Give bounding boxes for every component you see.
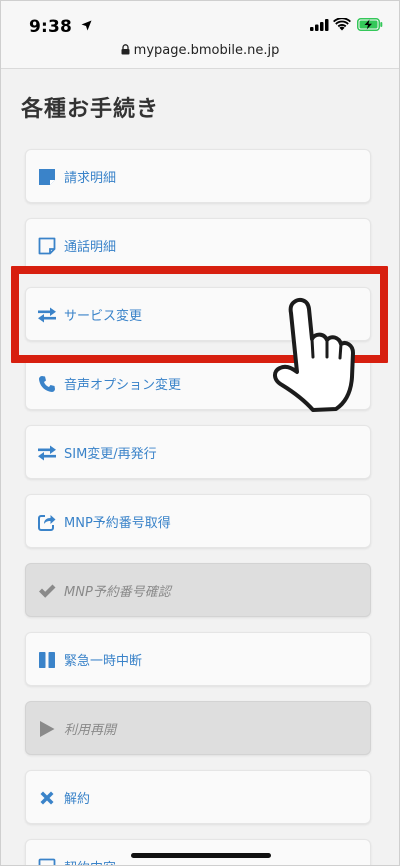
home-indicator[interactable]: [131, 853, 271, 858]
status-time: 9:38: [29, 17, 73, 37]
address-bar[interactable]: mypage.bmobile.ne.jp: [1, 37, 399, 69]
wifi-icon: [333, 18, 351, 31]
pointing-hand-icon: [273, 297, 355, 412]
phone-screen: 9:38 mypage.bmobile.ne.jp 各種お手続き 請求明細 通話…: [0, 0, 400, 866]
phone-icon: [39, 376, 55, 392]
page-title: 各種お手続き: [21, 97, 160, 122]
menu-item-resume-service: 利用再開: [25, 701, 371, 755]
menu-item-label: 請求明細: [64, 171, 117, 186]
menu-item-mnp-number-check: MNP予約番号確認: [25, 563, 371, 617]
note-icon: [38, 237, 56, 255]
menu-item-label: SIM変更/再発行: [64, 447, 157, 462]
menu-item-label: 通話明細: [64, 240, 117, 255]
menu-item-label: 緊急一時中断: [64, 654, 143, 669]
menu-item-label: MNP予約番号確認: [64, 585, 171, 600]
lock-icon: [121, 44, 130, 55]
pause-icon: [39, 652, 55, 668]
menu-item-cancel-contract[interactable]: 解約: [25, 770, 371, 824]
invoice-icon: [39, 169, 55, 185]
url-text: mypage.bmobile.ne.jp: [133, 43, 280, 58]
play-icon: [40, 721, 55, 737]
check-icon: [39, 584, 56, 598]
menu-item-emergency-suspend[interactable]: 緊急一時中断: [25, 632, 371, 686]
menu-item-billing-details[interactable]: 請求明細: [25, 149, 371, 203]
menu-item-label: 利用再開: [64, 723, 117, 738]
location-arrow-icon: [81, 20, 92, 31]
menu-item-label: 契約内容: [64, 857, 116, 865]
exchange-arrows-icon: [38, 445, 56, 461]
menu-item-label: 解約: [64, 792, 91, 807]
cross-icon: [40, 791, 54, 805]
menu-item-label: 音声オプション変更: [64, 378, 182, 393]
share-arrow-icon: [38, 515, 56, 531]
menu-item-sim-change[interactable]: SIM変更/再発行: [25, 425, 371, 479]
menu-item-mnp-number-request[interactable]: MNP予約番号取得: [25, 494, 371, 548]
page-content: 各種お手続き 請求明細 通話明細 サービス変更 音声オプション変更 SIM変更/…: [1, 69, 399, 865]
document-icon: [38, 858, 56, 865]
cellular-signal-icon: [310, 19, 329, 31]
menu-item-call-details[interactable]: 通話明細: [25, 218, 371, 272]
url-display[interactable]: mypage.bmobile.ne.jp: [1, 43, 399, 58]
menu-item-label: MNP予約番号取得: [64, 516, 171, 531]
battery-charging-icon: [357, 18, 383, 31]
